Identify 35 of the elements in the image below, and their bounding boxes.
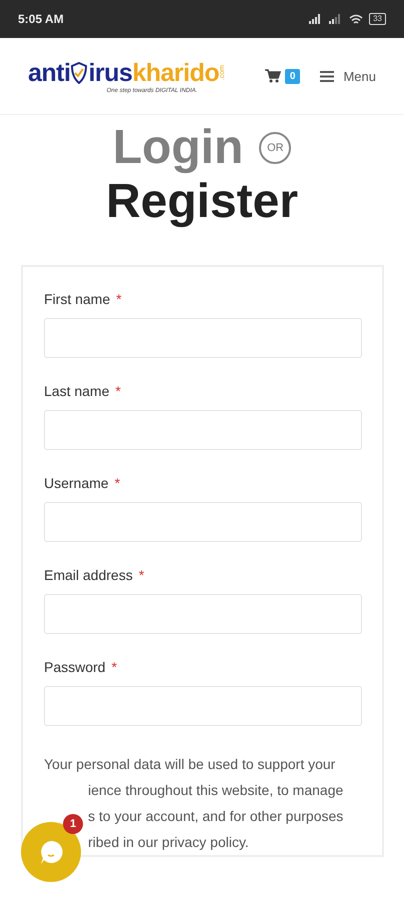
required-mark: * xyxy=(138,567,144,583)
register-title: Register xyxy=(106,175,298,229)
status-time: 5:05 AM xyxy=(18,12,64,26)
input-field[interactable] xyxy=(44,594,362,634)
shield-icon xyxy=(71,62,88,84)
logo-text: irus xyxy=(88,58,132,88)
privacy-text: ience throughout this website, to manage xyxy=(88,781,344,800)
field-label: Password xyxy=(44,659,106,675)
battery-icon: 33 xyxy=(369,13,386,25)
logo-text: kharido xyxy=(132,58,220,88)
cart-icon[interactable] xyxy=(264,69,281,83)
required-mark: * xyxy=(116,291,122,307)
input-field[interactable] xyxy=(44,686,362,726)
cart-count-badge: 0 xyxy=(284,68,300,84)
privacy-text: Your personal data will be used to support your xyxy=(44,755,336,774)
required-mark: * xyxy=(115,383,121,399)
input-field[interactable] xyxy=(44,502,362,542)
field-label: Username xyxy=(44,475,109,491)
privacy-text: ribed in our privacy policy. xyxy=(88,833,249,852)
field-label: Last name xyxy=(44,383,110,399)
required-mark: * xyxy=(111,659,117,675)
menu-button[interactable]: Menu xyxy=(320,68,376,84)
logo-text: anti xyxy=(28,58,70,88)
input-field[interactable] xyxy=(44,410,362,450)
menu-icon xyxy=(320,70,334,82)
required-mark: * xyxy=(114,475,120,491)
chat-bubble-icon xyxy=(38,839,64,865)
input-field[interactable] xyxy=(44,318,362,358)
field-label: Email address xyxy=(44,567,133,583)
unread-badge: 1 xyxy=(63,814,83,834)
field-label: First name xyxy=(44,291,110,307)
login-title[interactable]: Login xyxy=(112,121,244,175)
or-badge: OR xyxy=(259,132,292,164)
privacy-text: s to your account, and for other purposes xyxy=(88,807,344,826)
wifi-icon xyxy=(349,14,364,24)
